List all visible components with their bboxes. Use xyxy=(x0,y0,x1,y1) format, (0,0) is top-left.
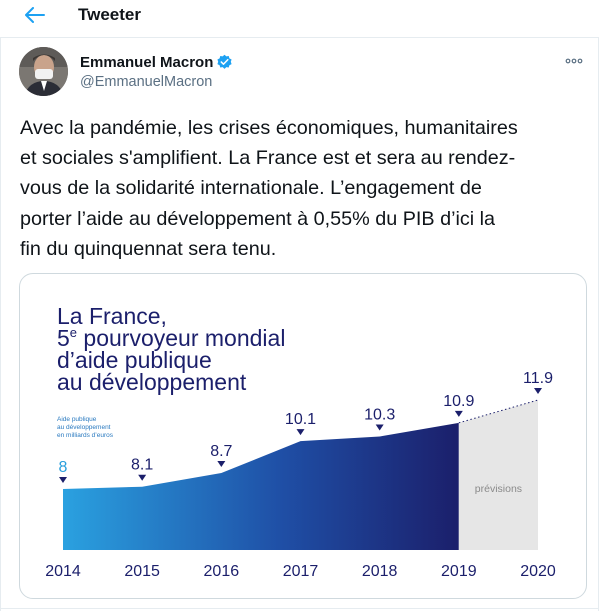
data-label: 10.9 xyxy=(443,393,474,410)
data-label: 10.1 xyxy=(285,411,316,428)
x-tick-label: 2018 xyxy=(362,563,398,580)
value-marker xyxy=(534,388,542,394)
data-label: 10.3 xyxy=(364,407,395,424)
y-axis-label-line-3: en milliards d’euros xyxy=(57,432,114,439)
value-marker xyxy=(138,474,147,481)
tweet-media-image[interactable]: La France, 5e pourvoyeur mondial d’aide … xyxy=(19,273,587,599)
tweet-text: Avec la pandémie, les crises économiques… xyxy=(20,117,518,260)
arrow-left-icon xyxy=(25,7,45,23)
header-divider xyxy=(0,37,599,38)
back-button[interactable] xyxy=(22,2,48,28)
data-label: 8.1 xyxy=(131,457,153,474)
x-tick-label: 2014 xyxy=(45,563,81,580)
value-marker xyxy=(217,461,226,468)
avatar[interactable] xyxy=(19,47,68,96)
value-marker xyxy=(59,477,67,483)
author-name[interactable]: Emmanuel Macron xyxy=(80,54,213,71)
bottom-divider xyxy=(0,608,599,609)
x-tick-label: 2020 xyxy=(520,563,556,580)
x-tick-label: 2015 xyxy=(124,563,160,580)
forecast-label: prévisions xyxy=(475,483,522,495)
y-axis-label-line-1: Aide publique xyxy=(57,416,97,423)
data-label: 11.9 xyxy=(523,370,553,387)
column-border-left xyxy=(0,37,1,611)
value-marker xyxy=(454,410,463,417)
data-label: 8.7 xyxy=(210,443,232,460)
author-handle[interactable]: @EmmanuelMacron xyxy=(80,74,212,90)
development-aid-chart: La France, 5e pourvoyeur mondial d’aide … xyxy=(45,303,556,580)
value-marker xyxy=(296,429,305,436)
more-horizontal-icon xyxy=(565,58,583,64)
data-label: 8 xyxy=(59,459,68,476)
x-tick-label: 2019 xyxy=(441,563,477,580)
verified-badge-icon xyxy=(217,54,232,69)
forecast-area xyxy=(458,400,538,550)
avatar-image xyxy=(19,47,68,96)
aid-area xyxy=(63,422,459,550)
page-title: Tweeter xyxy=(78,5,141,24)
x-tick-label: 2017 xyxy=(283,563,319,580)
top-bar: Tweeter xyxy=(0,0,599,34)
x-tick-label: 2016 xyxy=(204,563,240,580)
chart-title-line-4: au développement xyxy=(57,369,247,395)
more-options-button[interactable] xyxy=(563,52,585,70)
y-axis-label-line-2: au développement xyxy=(57,424,111,431)
value-marker xyxy=(375,424,384,431)
